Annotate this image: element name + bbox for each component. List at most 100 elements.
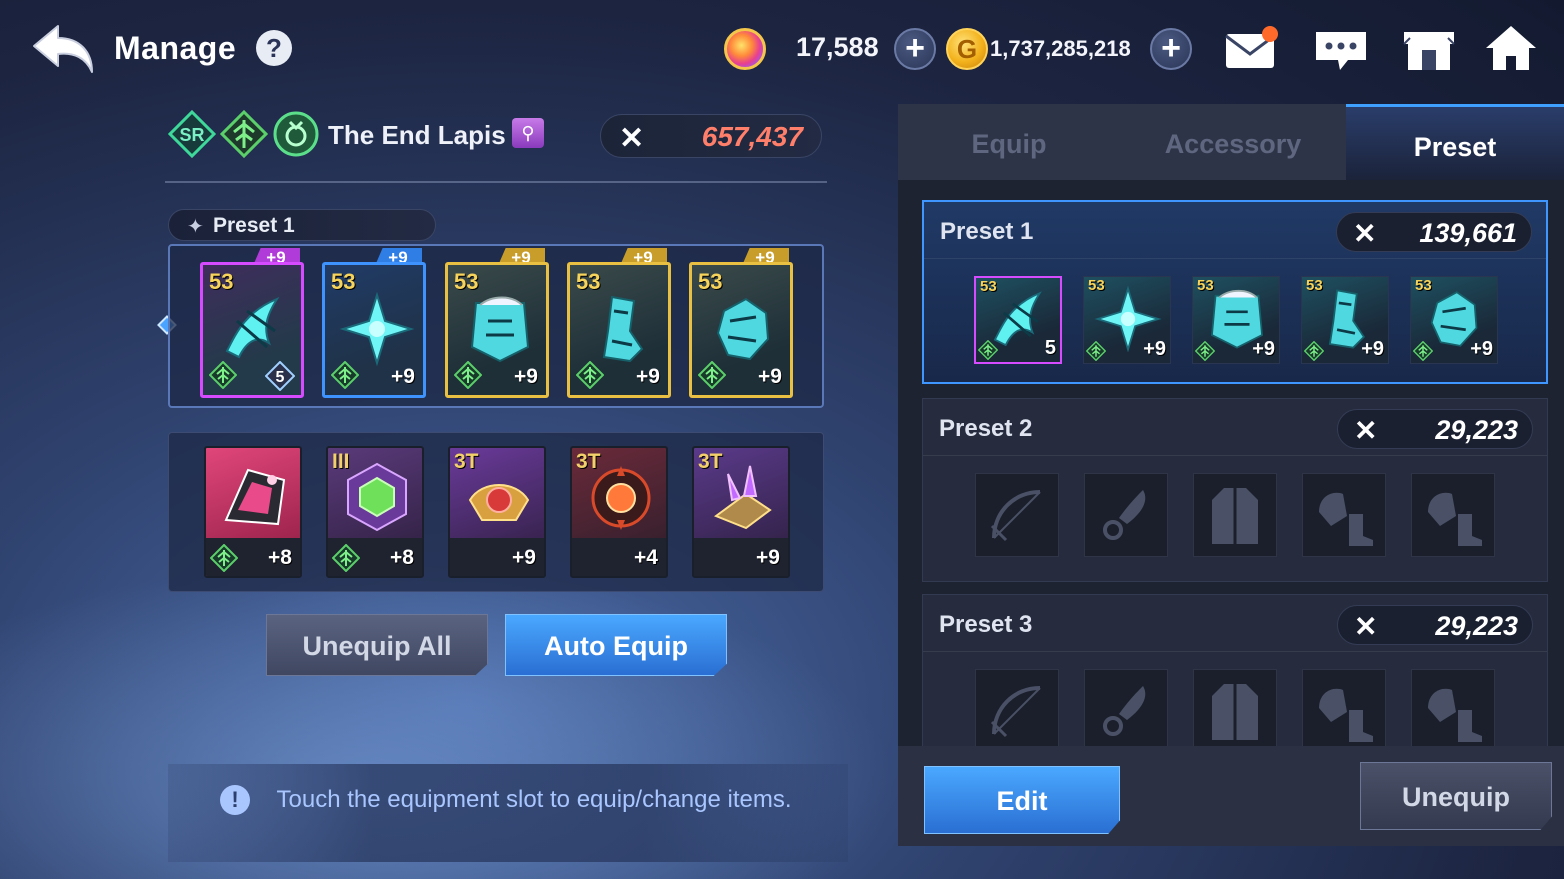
shop-icon[interactable] <box>1400 22 1458 74</box>
svg-text:5: 5 <box>276 369 285 386</box>
enhance-level: +9 <box>512 546 536 569</box>
preset-card-1[interactable]: Preset 1 ✕ 139,661 53 5 53 +9 53 +9 53 +9 53 +9 <box>922 200 1548 384</box>
enhance-level: +8 <box>268 546 292 569</box>
auto-equip-button[interactable]: Auto Equip <box>505 614 727 676</box>
preset-footer: Edit Unequip <box>898 746 1564 846</box>
accessory-item-icon <box>218 460 292 534</box>
enhance-level: +9 <box>391 365 415 388</box>
crossed-swords-icon: ✕ <box>619 122 645 155</box>
enhance-level: +9 <box>514 365 538 388</box>
grade-icon <box>1085 340 1107 362</box>
accessory-slot[interactable]: III +8 <box>326 446 424 578</box>
accessory-slot[interactable]: 3T +4 <box>570 446 668 578</box>
item-card: 53 +9 <box>322 262 426 398</box>
preset-power-value: 139,661 <box>1419 218 1517 248</box>
equipment-slot[interactable]: +9 53 5 <box>200 248 304 398</box>
crossed-swords-icon: ✕ <box>1354 415 1378 446</box>
back-arrow-icon[interactable] <box>30 20 100 78</box>
crossed-swords-icon: ✕ <box>1353 218 1377 249</box>
preset-power: ✕ 29,223 <box>1337 605 1533 645</box>
grade-icon <box>208 360 238 390</box>
tab-bar: Equip Accessory Preset <box>898 104 1564 180</box>
item-card: 53 +9 <box>445 262 549 398</box>
accessory-slot[interactable]: 3T +9 <box>448 446 546 578</box>
preset-item: 53 +9 <box>1410 276 1498 364</box>
armor-slot-icon <box>1193 473 1277 557</box>
edit-button[interactable]: Edit <box>924 766 1120 834</box>
preset-card-2[interactable]: Preset 2 ✕ 29,223 <box>922 398 1548 582</box>
class-badge-icon <box>219 109 269 159</box>
character-info: SR The End Lapis ⚲ ✕ 657,437 <box>167 109 828 160</box>
add-gems-button[interactable]: + <box>894 28 936 70</box>
rarity-badge: SR <box>167 109 217 159</box>
preset-name: Preset 2 <box>939 415 1033 442</box>
preset-item: 53 +9 <box>1301 276 1389 364</box>
accessory-slot[interactable]: 3T +9 <box>692 446 790 578</box>
enhance-level: +9 <box>1361 338 1384 360</box>
preset-panel: Equip Accessory Preset Preset 1 ✕ 139,66… <box>898 104 1564 846</box>
divider <box>923 455 1547 456</box>
tab-preset[interactable]: Preset <box>1346 104 1564 180</box>
gloves-boots-slot-icon <box>1411 473 1495 557</box>
weapon-item-icon <box>706 291 782 367</box>
preset-name: Preset 1 <box>940 218 1034 245</box>
item-card: 53 +9 <box>689 262 793 398</box>
enhance-level: +4 <box>634 546 658 569</box>
gem-currency: 17,588 + <box>724 26 942 70</box>
accessory-item-icon <box>340 460 414 534</box>
preset-list: Preset 1 ✕ 139,661 53 5 53 +9 53 +9 53 +9 53 +9 P… <box>898 180 1564 746</box>
plus-icon: ✦ <box>187 216 204 238</box>
gold-icon: G <box>946 28 988 70</box>
preset-power-value: 29,223 <box>1435 611 1518 641</box>
accessory-tier: III <box>332 450 350 473</box>
bow-slot-icon <box>975 669 1059 746</box>
preset-card-3[interactable]: Preset 3 ✕ 29,223 <box>922 594 1548 746</box>
rarity-text: SR <box>179 125 204 145</box>
enhance-level: +9 <box>636 365 660 388</box>
bow-slot-icon <box>975 473 1059 557</box>
weapon-item-icon <box>462 291 538 367</box>
accessory-slot[interactable]: +8 <box>204 446 302 578</box>
gem-amount: 17,588 <box>796 32 879 62</box>
unequip-button[interactable]: Unequip <box>1360 762 1552 830</box>
dagger-slot-icon <box>1084 473 1168 557</box>
gold-amount: 1,737,285,218 <box>990 36 1131 61</box>
preset-item: 53 +9 <box>1083 276 1171 364</box>
enhance-level: +9 <box>756 546 780 569</box>
character-name: The End Lapis <box>328 120 506 150</box>
grade-icon <box>330 360 360 390</box>
tab-accessory[interactable]: Accessory <box>1120 104 1346 180</box>
help-icon[interactable]: ? <box>256 30 292 66</box>
tab-equip[interactable]: Equip <box>898 104 1120 180</box>
item-level: 53 <box>1415 277 1432 294</box>
chat-icon[interactable] <box>1312 22 1370 74</box>
equipment-slot[interactable]: +9 53 +9 <box>567 248 671 398</box>
weapon-item-icon <box>217 291 293 367</box>
item-level: 53 <box>1197 277 1214 294</box>
enhance-level: +9 <box>758 365 782 388</box>
gloves-boots-slot-icon <box>1411 669 1495 746</box>
mail-icon[interactable] <box>1222 22 1280 74</box>
combat-power-value: 657,437 <box>701 121 803 152</box>
item-level: 53 <box>1306 277 1323 294</box>
accessory-tier: 3T <box>576 450 601 473</box>
active-preset-label[interactable]: ✦ Preset 1 <box>168 209 436 241</box>
item-card: 53 5 <box>200 262 304 398</box>
equipment-slot[interactable]: +9 53 +9 <box>445 248 549 398</box>
crossed-swords-icon: ✕ <box>1354 611 1378 642</box>
unequip-all-button[interactable]: Unequip All <box>266 614 488 676</box>
grade-icon <box>1412 340 1434 362</box>
add-gold-button[interactable]: + <box>1150 28 1192 70</box>
divider <box>923 651 1547 652</box>
equipment-slot[interactable]: +9 53 +9 <box>689 248 793 398</box>
grade-icon <box>453 360 483 390</box>
home-icon[interactable] <box>1482 22 1540 74</box>
equipment-slot[interactable]: +9 53 +9 <box>322 248 426 398</box>
grade-icon <box>977 339 999 361</box>
search-icon[interactable]: ⚲ <box>512 118 544 148</box>
preset-power: ✕ 29,223 <box>1337 409 1533 449</box>
item-level: 53 <box>980 278 997 295</box>
hint-text: Touch the equipment slot to equip/change… <box>276 786 792 813</box>
grade-icon <box>575 360 605 390</box>
weapon-item-icon <box>339 291 415 367</box>
